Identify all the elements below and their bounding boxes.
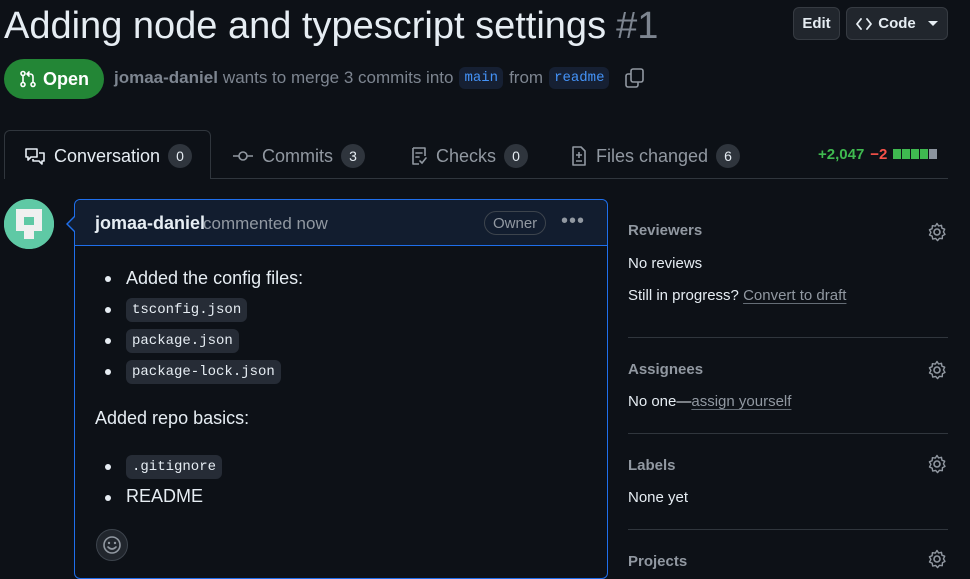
- pr-number: #1: [616, 5, 659, 47]
- merge-info: jomaa-daniel wants to merge 3 commits in…: [114, 67, 615, 89]
- tab-checks-count: 0: [504, 144, 529, 168]
- tab-conversation[interactable]: Conversation 0: [24, 144, 193, 168]
- tab-conversation-count: 0: [168, 144, 193, 168]
- author-link[interactable]: jomaa-daniel: [114, 68, 218, 88]
- list-item: package.json: [96, 325, 303, 356]
- gear-icon[interactable]: [927, 454, 947, 474]
- avatar[interactable]: [4, 199, 54, 249]
- checklist-icon: [412, 147, 427, 165]
- repo-basics-heading: Added repo basics:: [95, 408, 250, 428]
- projects-heading[interactable]: Projects: [628, 553, 687, 570]
- diffstat-deletions: −2: [870, 146, 888, 163]
- code-icon: [856, 17, 873, 30]
- code-snippet: .gitignore: [126, 454, 223, 479]
- code-button-label: Code: [878, 15, 916, 32]
- tab-commits[interactable]: Commits 3: [232, 144, 365, 168]
- gear-icon[interactable]: [927, 222, 947, 242]
- diffstat: +2,047 −2: [818, 146, 938, 163]
- comment-discussion-icon: [25, 148, 45, 165]
- diffstat-block: [911, 149, 920, 159]
- diffstat-blocks: [893, 146, 938, 163]
- tab-files-changed-label: Files changed: [596, 145, 709, 166]
- code-button[interactable]: Code: [846, 7, 948, 40]
- comment-time[interactable]: commented now: [203, 214, 328, 234]
- sidebar-divider: [628, 529, 948, 530]
- head-branch[interactable]: readme: [549, 67, 610, 89]
- identicon-icon: [4, 199, 54, 249]
- comment-box: jomaa-daniel commented now Owner ••• Add…: [74, 199, 608, 579]
- convert-to-draft-link[interactable]: Convert to draft: [743, 287, 846, 304]
- smiley-icon: [103, 536, 121, 554]
- code-snippet: package-lock.json: [126, 359, 281, 384]
- base-branch[interactable]: main: [459, 67, 504, 89]
- assignees-heading[interactable]: Assignees: [628, 361, 703, 378]
- gear-icon[interactable]: [927, 549, 947, 569]
- list-item: Added the config files:: [96, 263, 303, 294]
- file-diff-icon: [572, 146, 586, 166]
- tab-checks-label: Checks: [436, 145, 497, 166]
- list-item: package-lock.json: [96, 356, 303, 387]
- tab-commits-label: Commits: [262, 145, 333, 166]
- diffstat-block: [893, 149, 902, 159]
- diffstat-block: [929, 149, 938, 159]
- state-badge: Open: [4, 59, 104, 99]
- chevron-down-icon: [927, 21, 938, 26]
- edit-button[interactable]: Edit: [793, 7, 840, 40]
- config-list: Added the config files: tsconfig.json pa…: [96, 263, 303, 387]
- diffstat-additions: +2,047: [818, 146, 865, 163]
- merge-text: wants to merge 3 commits into: [222, 68, 454, 87]
- reviewers-value: No reviews: [628, 255, 703, 272]
- pr-title-text: Adding node and typescript settings: [4, 5, 607, 47]
- draft-prompt: Still in progress?: [628, 287, 739, 304]
- tab-files-changed-count: 6: [716, 144, 741, 168]
- comment-header: jomaa-daniel commented now Owner •••: [75, 200, 607, 246]
- list-item-text: README: [126, 485, 204, 506]
- assignees-value: No one—: [628, 393, 692, 410]
- assign-yourself-link[interactable]: assign yourself: [691, 393, 791, 410]
- tab-commits-count: 3: [341, 144, 365, 168]
- owner-badge: Owner: [484, 211, 547, 235]
- list-item-text: Added the config files:: [126, 268, 304, 288]
- git-commit-icon: [233, 151, 253, 161]
- code-snippet: tsconfig.json: [126, 297, 248, 322]
- draft-line: Still in progress? Convert to draft: [628, 287, 846, 304]
- state-label: Open: [42, 68, 89, 89]
- edit-button-label: Edit: [802, 15, 831, 32]
- comment-pointer-fill: [68, 216, 76, 232]
- add-reaction-button[interactable]: [96, 529, 128, 561]
- list-item: .gitignore: [96, 451, 223, 482]
- code-snippet: package.json: [126, 328, 239, 353]
- assignees-line: No one—assign yourself: [628, 393, 791, 410]
- labels-heading[interactable]: Labels: [628, 457, 676, 474]
- list-item: README: [96, 482, 222, 510]
- sidebar-divider: [628, 433, 948, 434]
- reviewers-heading[interactable]: Reviewers: [628, 222, 702, 239]
- basics-list: .gitignore README: [96, 451, 223, 510]
- labels-value: None yet: [628, 489, 689, 506]
- diffstat-block: [902, 149, 911, 159]
- tab-conversation-label: Conversation: [54, 145, 161, 166]
- pr-title: Adding node and typescript settings #1: [4, 2, 658, 50]
- git-pull-request-icon: [20, 70, 36, 88]
- tab-checks[interactable]: Checks 0: [410, 144, 529, 168]
- kebab-horizontal-icon[interactable]: •••: [561, 210, 585, 233]
- from-text: from: [509, 68, 544, 87]
- copy-icon[interactable]: [625, 68, 645, 88]
- gear-icon[interactable]: [927, 360, 947, 380]
- diffstat-block: [920, 149, 929, 159]
- comment-author[interactable]: jomaa-daniel: [95, 213, 205, 234]
- sidebar-divider: [628, 337, 948, 338]
- list-item: tsconfig.json: [96, 294, 303, 325]
- tab-files-changed[interactable]: Files changed 6: [570, 144, 741, 168]
